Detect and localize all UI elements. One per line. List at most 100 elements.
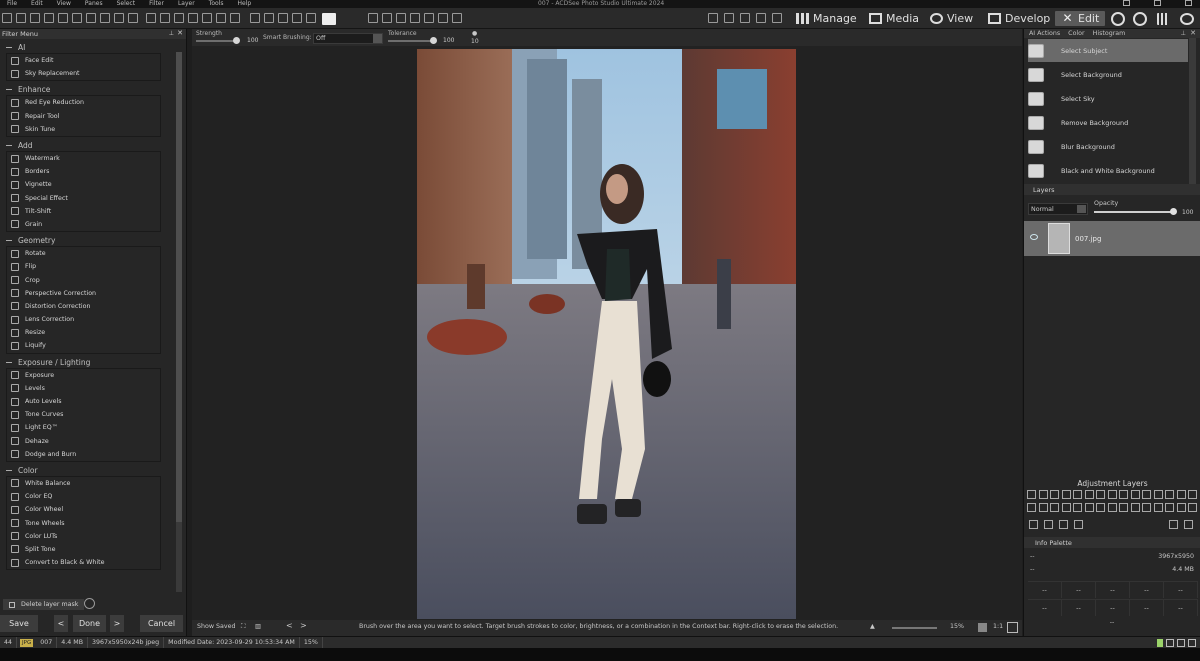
- adjustment-icon[interactable]: [1050, 503, 1059, 512]
- adjustment-icon[interactable]: [1130, 490, 1140, 499]
- tab-histogram[interactable]: Histogram: [1093, 30, 1126, 37]
- filter-item[interactable]: White Balance: [7, 477, 160, 490]
- adjustment-icon[interactable]: [1073, 490, 1082, 499]
- collapse-icon[interactable]: [6, 144, 12, 146]
- filter-item[interactable]: Auto Levels: [7, 395, 160, 408]
- adjustment-icon[interactable]: [1153, 490, 1163, 499]
- adjustment-icon[interactable]: [1050, 490, 1059, 499]
- close-icon[interactable]: ✕: [177, 29, 183, 37]
- next-arrow-icon[interactable]: >: [110, 615, 124, 632]
- layer-add-icon[interactable]: [1029, 520, 1038, 529]
- fit-icon[interactable]: [978, 623, 987, 632]
- adjustment-icon[interactable]: [1084, 503, 1094, 512]
- close-layer-icon[interactable]: [1184, 520, 1193, 529]
- filter-category[interactable]: Exposure / Lighting: [0, 357, 186, 368]
- reset-icon[interactable]: [84, 598, 95, 609]
- photo-image[interactable]: [417, 49, 796, 619]
- adjustment-icon[interactable]: [1084, 490, 1094, 499]
- adjustment-icon[interactable]: [1130, 503, 1140, 512]
- adjustment-icon[interactable]: [1061, 490, 1071, 499]
- image-canvas[interactable]: [192, 46, 1022, 620]
- dashboard-icon[interactable]: [1111, 12, 1125, 26]
- adjustment-icon[interactable]: [1107, 490, 1117, 499]
- filter-item[interactable]: Rotate: [7, 247, 160, 260]
- filter-item[interactable]: Skin Tune: [7, 123, 160, 136]
- adjustment-icon[interactable]: [1038, 490, 1048, 499]
- filter-item[interactable]: Red Eye Reduction: [7, 96, 160, 109]
- ai-scrollbar[interactable]: [1189, 38, 1196, 185]
- filter-item[interactable]: Levels: [7, 382, 160, 395]
- adjustment-icon[interactable]: [1165, 490, 1174, 499]
- mode-edit[interactable]: ✕ Edit: [1055, 11, 1106, 26]
- menu-file[interactable]: File: [0, 0, 24, 8]
- strength-slider-knob[interactable]: [233, 37, 240, 44]
- filter-item[interactable]: Grain: [7, 218, 160, 231]
- brush-dot-icon[interactable]: ●: [472, 30, 477, 37]
- text-tool-icon[interactable]: [146, 13, 156, 23]
- pin-icon[interactable]: ⊥: [1181, 30, 1187, 37]
- mode-develop[interactable]: Develop: [988, 11, 1050, 26]
- fullscreen-icon[interactable]: ⛶: [241, 623, 245, 631]
- filter-item[interactable]: Dodge and Burn: [7, 448, 160, 461]
- mode-view[interactable]: View: [930, 11, 973, 26]
- blend-mode-select[interactable]: Normal: [1028, 203, 1088, 215]
- filter-category[interactable]: Add: [0, 140, 186, 151]
- dodge-tool-icon[interactable]: [292, 13, 302, 23]
- tab-ai-actions[interactable]: AI Actions: [1029, 30, 1060, 37]
- tolerance-slider[interactable]: [388, 40, 433, 42]
- view-single-icon[interactable]: [708, 13, 718, 23]
- delete-layer-mask-button[interactable]: Delete layer mask: [3, 599, 85, 610]
- collapse-icon[interactable]: [6, 469, 12, 471]
- eye-visibility-icon[interactable]: [1030, 234, 1038, 240]
- crop-tool-icon[interactable]: [86, 13, 96, 23]
- close-window-icon[interactable]: [1185, 0, 1192, 6]
- lasso-tool-icon[interactable]: [44, 13, 54, 23]
- polygon-tool-icon[interactable]: [188, 13, 198, 23]
- adjustment-icon[interactable]: [1176, 503, 1186, 512]
- ai-select-subject[interactable]: Select Subject: [1028, 39, 1188, 62]
- filter-item[interactable]: Crop: [7, 273, 160, 286]
- filter-item[interactable]: Exposure: [7, 369, 160, 382]
- strength-slider[interactable]: [196, 40, 236, 42]
- prev-arrow-icon[interactable]: <: [54, 615, 68, 632]
- histogram-small-icon[interactable]: ▥: [255, 623, 261, 630]
- curve-tool-icon[interactable]: [230, 13, 240, 23]
- minimize-icon[interactable]: [1123, 0, 1130, 6]
- view-options-icon[interactable]: [772, 13, 782, 23]
- magic-wand-icon[interactable]: [58, 13, 68, 23]
- menu-filter[interactable]: Filter: [142, 0, 171, 8]
- filter-item[interactable]: Repair Tool: [7, 110, 160, 123]
- adjustment-icon[interactable]: [1027, 490, 1036, 499]
- gear-tool-icon[interactable]: [396, 13, 406, 23]
- adjustment-icon[interactable]: [1188, 503, 1197, 512]
- view-stop-icon[interactable]: [756, 13, 766, 23]
- brush-select-icon[interactable]: [72, 13, 82, 23]
- aperture-tool-icon[interactable]: [382, 13, 392, 23]
- filter-item[interactable]: Distortion Correction: [7, 300, 160, 313]
- zoom-out-icon[interactable]: ▲: [870, 623, 875, 630]
- adjustment-icon[interactable]: [1165, 503, 1174, 512]
- filter-category[interactable]: Color: [0, 465, 186, 476]
- filter-item[interactable]: Face Edit: [7, 54, 160, 67]
- adjustment-icon[interactable]: [1119, 490, 1128, 499]
- menu-tools[interactable]: Tools: [202, 0, 231, 8]
- expand-icon[interactable]: [1007, 622, 1018, 633]
- 360-icon[interactable]: [1133, 12, 1147, 26]
- adjustment-icon[interactable]: [1142, 490, 1151, 499]
- select-tool-icon[interactable]: [16, 13, 26, 23]
- filter-item[interactable]: Color Wheel: [7, 503, 160, 516]
- layer-row[interactable]: 007.jpg: [1024, 221, 1200, 256]
- color-swatch-icon[interactable]: [322, 13, 336, 25]
- filter-item[interactable]: Perspective Correction: [7, 287, 160, 300]
- adjustment-icon[interactable]: [1119, 503, 1128, 512]
- marquee-tool-icon[interactable]: [30, 13, 40, 23]
- stamp-tool-icon[interactable]: [410, 13, 420, 23]
- tab-color[interactable]: Color: [1068, 30, 1084, 37]
- adjustment-icon[interactable]: [1188, 490, 1197, 499]
- checkbox-icon[interactable]: [1188, 638, 1196, 647]
- pin-icon[interactable]: ⊥: [169, 30, 174, 37]
- collapse-icon[interactable]: [6, 240, 12, 242]
- gradient-tool-icon[interactable]: [278, 13, 288, 23]
- filter-item[interactable]: Dehaze: [7, 435, 160, 448]
- adjustment-icon[interactable]: [1142, 503, 1151, 512]
